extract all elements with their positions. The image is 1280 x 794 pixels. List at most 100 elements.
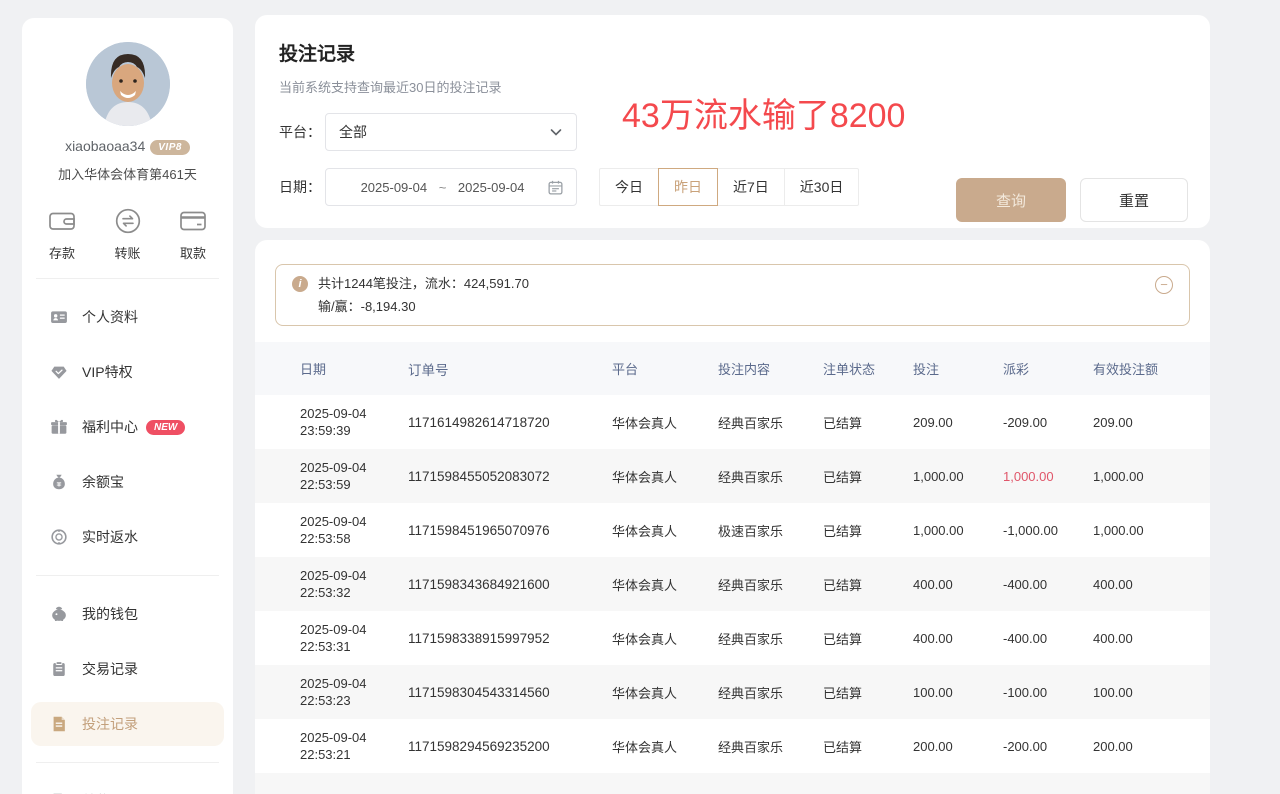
sidebar-item-label: 投注记录 bbox=[82, 714, 138, 734]
bet-time: 22:53:23 bbox=[300, 692, 400, 709]
avatar[interactable] bbox=[86, 42, 170, 126]
order-number: 1171598343684921600 bbox=[408, 577, 612, 592]
deposit-label: 存款 bbox=[49, 246, 75, 261]
bet-date: 2025-09-04 bbox=[300, 513, 400, 530]
platform: 华体会真人 bbox=[612, 629, 718, 648]
table-header-row: 日期订单号平台投注内容注单状态投注派彩有效投注额 bbox=[255, 342, 1210, 395]
join-days-text: 加入华体会体育第461天 bbox=[22, 164, 233, 183]
bet-status: 已结算 bbox=[823, 467, 913, 486]
date-label: 日期： bbox=[279, 177, 325, 197]
order-number: 1171598294569235200 bbox=[408, 739, 612, 754]
range-button-2[interactable]: 近7日 bbox=[717, 168, 785, 206]
bet-status: 已结算 bbox=[823, 575, 913, 594]
bet-content: 经典百家乐 bbox=[718, 413, 823, 432]
order-number: 1171598455052083072 bbox=[408, 469, 612, 484]
date-range-picker[interactable]: 2025-09-04 ~ 2025-09-04 bbox=[325, 168, 577, 206]
clipboard-icon bbox=[50, 660, 68, 678]
sidebar-item-label: 实时返水 bbox=[82, 527, 138, 547]
bet-time: 22:53:32 bbox=[300, 584, 400, 601]
bet-amount: 209.00 bbox=[913, 415, 1003, 430]
bet-content: 经典百家乐 bbox=[718, 575, 823, 594]
payout-amount: -200.00 bbox=[1003, 739, 1093, 754]
query-button[interactable]: 查询 bbox=[956, 178, 1066, 222]
column-header: 注单状态 bbox=[823, 359, 913, 378]
annotation-text: 43万流水输了8200 bbox=[622, 88, 905, 137]
chevron-down-icon bbox=[549, 125, 563, 139]
valid-bet-amount: 100.00 bbox=[1093, 685, 1210, 700]
sidebar-item-yuebao[interactable]: 余额宝 bbox=[31, 460, 224, 504]
sidebar-item-label: 个人资料 bbox=[82, 307, 138, 327]
payout-amount: -400.00 bbox=[1003, 577, 1093, 592]
transfer-action[interactable]: 转账 bbox=[114, 207, 142, 262]
bet-content: 经典百家乐 bbox=[718, 467, 823, 486]
bet-status: 已结算 bbox=[823, 413, 913, 432]
column-header: 投注 bbox=[913, 359, 1003, 378]
new-badge: NEW bbox=[146, 420, 185, 435]
bet-date: 2025-09-04 bbox=[300, 621, 400, 638]
username: xiaobaoaa34 bbox=[65, 138, 145, 154]
menu-top: 个人资料 VIP特权福利中心NEW 余额宝实时返水 bbox=[22, 295, 233, 559]
payout-amount: -400.00 bbox=[1003, 631, 1093, 646]
valid-bet-amount: 200.00 bbox=[1093, 739, 1210, 754]
range-button-1[interactable]: 昨日 bbox=[658, 168, 718, 206]
range-button-0[interactable]: 今日 bbox=[599, 168, 659, 206]
table-row: 2025-09-041171598291247370880华体会真人经典百家乐已… bbox=[255, 773, 1210, 794]
bet-amount: 400.00 bbox=[913, 577, 1003, 592]
bet-datetime: 2025-09-0422:53:59 bbox=[300, 459, 408, 493]
column-header: 日期 bbox=[300, 359, 408, 378]
valid-bet-amount: 400.00 bbox=[1093, 631, 1210, 646]
sidebar-item-transactions[interactable]: 交易记录 bbox=[31, 647, 224, 691]
bet-date: 2025-09-04 bbox=[300, 459, 400, 476]
table-row: 2025-09-0422:53:231171598304543314560华体会… bbox=[255, 665, 1210, 719]
sidebar-item-profile[interactable]: 个人资料 bbox=[31, 295, 224, 339]
platform: 华体会真人 bbox=[612, 575, 718, 594]
bet-amount: 100.00 bbox=[913, 685, 1003, 700]
sidebar-item-bets[interactable]: 投注记录 bbox=[31, 702, 224, 746]
order-number: 1171598451965070976 bbox=[408, 523, 612, 538]
table-row: 2025-09-0422:53:211171598294569235200华体会… bbox=[255, 719, 1210, 773]
valid-bet-amount: 1,000.00 bbox=[1093, 469, 1210, 484]
payout-amount: 1,000.00 bbox=[1003, 469, 1093, 484]
table-row: 2025-09-0423:59:391171614982614718720华体会… bbox=[255, 395, 1210, 449]
platform: 华体会真人 bbox=[612, 467, 718, 486]
menu-more: 兑奖记录 bbox=[22, 779, 233, 794]
sidebar-item-welfare[interactable]: 福利中心NEW bbox=[31, 405, 224, 449]
summary-banner: i 共计1244笔投注，流水：424,591.70 输/赢：-8,194.30 … bbox=[275, 264, 1190, 326]
platform-select[interactable]: 全部 bbox=[325, 113, 577, 151]
bet-datetime: 2025-09-0422:53:21 bbox=[300, 729, 408, 763]
platform: 华体会真人 bbox=[612, 791, 718, 794]
bet-date: 2025-09-04 bbox=[300, 405, 400, 422]
order-number: 1171598338915997952 bbox=[408, 631, 612, 646]
bet-time: 22:53:58 bbox=[300, 530, 400, 547]
sidebar-item-prize[interactable]: 兑奖记录 bbox=[31, 779, 224, 794]
reset-button[interactable]: 重置 bbox=[1080, 178, 1188, 222]
vip-badge: VIP8 bbox=[150, 140, 190, 155]
info-icon: i bbox=[292, 276, 308, 292]
bank-card-icon bbox=[179, 207, 207, 237]
bet-date: 2025-09-04 bbox=[300, 729, 400, 746]
bet-content: 极速百家乐 bbox=[718, 521, 823, 540]
deposit-action[interactable]: 存款 bbox=[48, 207, 76, 262]
calendar-icon bbox=[547, 179, 564, 196]
range-button-3[interactable]: 近30日 bbox=[784, 168, 860, 206]
withdraw-action[interactable]: 取款 bbox=[179, 207, 207, 262]
wallet-icon bbox=[48, 207, 76, 237]
bet-time: 22:53:31 bbox=[300, 638, 400, 655]
bet-status: 已结算 bbox=[823, 737, 913, 756]
document-icon bbox=[50, 715, 68, 733]
platform-selected-value: 全部 bbox=[339, 122, 367, 142]
bet-datetime: 2025-09-0422:53:32 bbox=[300, 567, 408, 601]
bet-status: 已结算 bbox=[823, 521, 913, 540]
collapse-icon[interactable]: − bbox=[1155, 276, 1173, 294]
bet-status: 已结算 bbox=[823, 683, 913, 702]
sidebar-item-wallet[interactable]: 我的钱包 bbox=[31, 592, 224, 636]
avatar-portrait bbox=[86, 42, 170, 126]
valid-bet-amount: 1,000.00 bbox=[1093, 523, 1210, 538]
sidebar-item-label: 余额宝 bbox=[82, 472, 124, 492]
sidebar-item-vip[interactable]: VIP特权 bbox=[31, 350, 224, 394]
sidebar-item-rebate[interactable]: 实时返水 bbox=[31, 515, 224, 559]
bet-date: 2025-09-04 bbox=[300, 567, 400, 584]
bet-content: 经典百家乐 bbox=[718, 791, 823, 794]
bet-amount: 200.00 bbox=[913, 739, 1003, 754]
date-start: 2025-09-04 bbox=[361, 180, 428, 195]
